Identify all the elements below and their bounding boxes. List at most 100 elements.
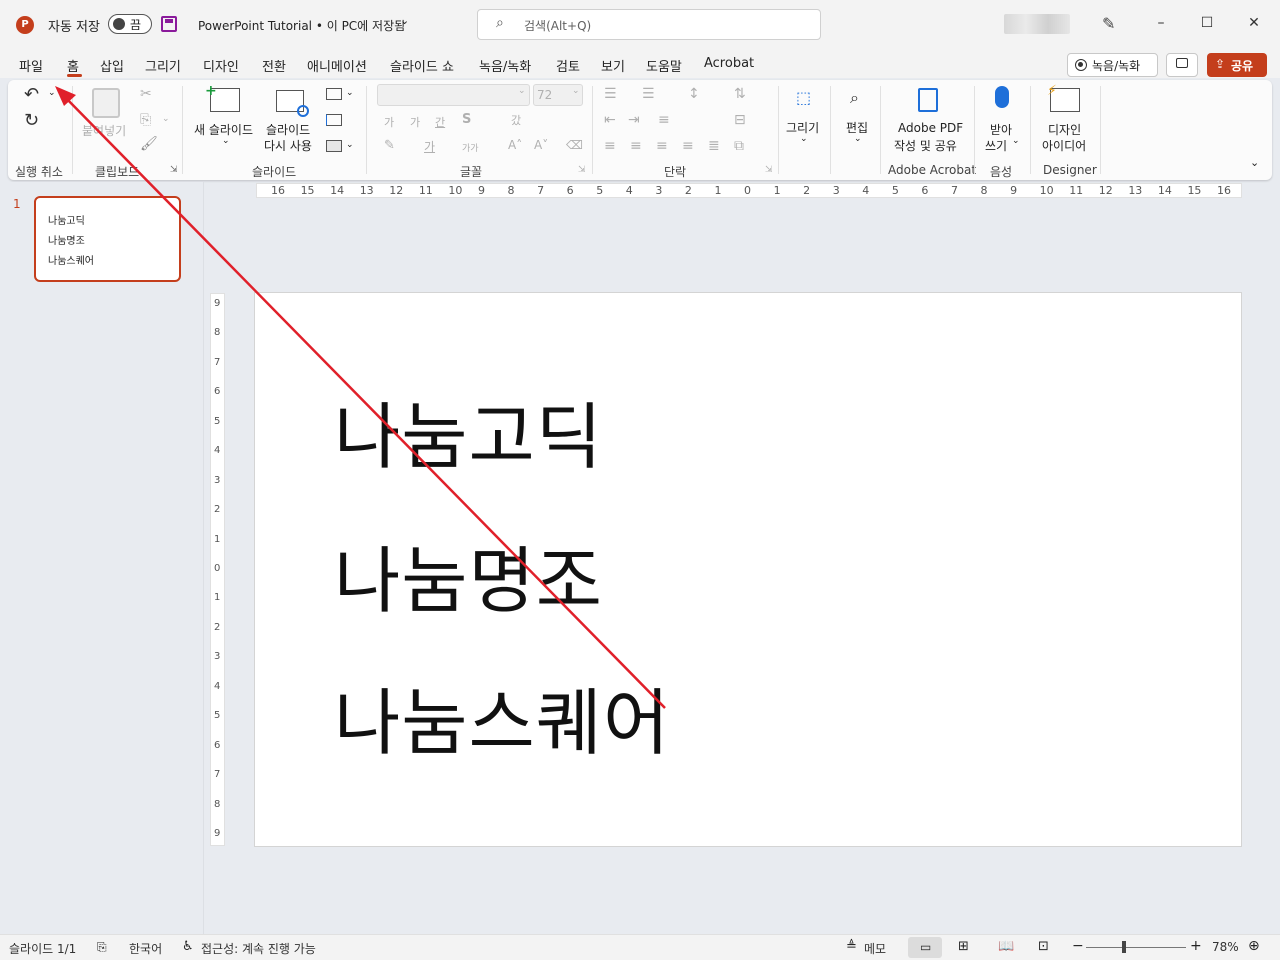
decrease-indent-icon[interactable]: ⇤ [604, 112, 616, 128]
find-icon[interactable]: ⌕ [850, 88, 859, 108]
zoom-in-icon[interactable]: + [1190, 938, 1202, 954]
smartart-icon[interactable]: ⧉ [734, 138, 744, 154]
zoom-out-icon[interactable]: − [1072, 938, 1084, 954]
align-center-icon[interactable]: ≡ [630, 138, 642, 154]
tab-acrobat[interactable]: Acrobat [704, 56, 754, 71]
align-right-icon[interactable]: ≡ [656, 138, 668, 154]
edit-dropdown-icon[interactable]: ⌄ [854, 134, 862, 144]
tab-review[interactable]: 검토 [556, 56, 580, 75]
document-title[interactable]: PowerPoint Tutorial • 이 PC에 저장됨 [198, 17, 405, 34]
paragraph-dialog-launcher-icon[interactable]: ⇲ [765, 165, 773, 175]
close-button[interactable]: ✕ [1243, 12, 1265, 34]
paste-label[interactable]: 붙여넣기 [82, 122, 126, 139]
text-direction-icon[interactable]: ⇅ [734, 86, 746, 102]
slide-count[interactable]: 슬라이드 1/1 [9, 940, 76, 957]
copy-icon[interactable]: ⎘ [140, 112, 151, 128]
tab-slideshow[interactable]: 슬라이드 쇼 [390, 56, 454, 75]
designer-label-2[interactable]: 아이디어 [1042, 137, 1086, 154]
notes-icon[interactable]: ≜ [846, 939, 857, 954]
undo-icon[interactable]: ↶ [24, 84, 39, 105]
ribbon-collapse-icon[interactable]: ⌄ [1250, 156, 1259, 169]
cut-icon[interactable]: ✂ [140, 86, 152, 102]
copy-dropdown-icon[interactable]: ⌄ [162, 114, 170, 124]
accessibility-status[interactable]: 접근성: 계속 진행 가능 [201, 940, 316, 957]
clear-formatting-icon[interactable]: ⌫ [566, 138, 583, 152]
format-painter-icon[interactable]: 🖌 [140, 136, 158, 152]
font-color-icon[interactable]: 가 [424, 138, 435, 155]
fit-to-window-icon[interactable]: ⊕ [1248, 938, 1260, 954]
distributed-icon[interactable]: ≣ [708, 138, 720, 154]
tab-home[interactable]: 홈 [67, 56, 79, 75]
designer-icon[interactable]: ⚡ [1047, 83, 1080, 112]
pen-icon[interactable]: ✎ [1102, 14, 1115, 33]
increase-indent-icon[interactable]: ⇥ [628, 112, 640, 128]
reset-slide-icon[interactable] [326, 114, 342, 126]
tab-help[interactable]: 도움말 [646, 56, 682, 75]
shapes-icon[interactable]: ⬚ [796, 88, 811, 107]
designer-label-1[interactable]: 디자인 [1048, 121, 1081, 138]
align-text-icon[interactable]: ⊟ [734, 112, 746, 128]
minimize-button[interactable]: – [1150, 12, 1172, 34]
language[interactable]: 한국어 [129, 940, 162, 957]
increase-font-icon[interactable]: A˄ [508, 138, 522, 152]
dictate-label-2[interactable]: 쓰기 [985, 137, 1007, 154]
tab-file[interactable]: 파일 [19, 56, 43, 75]
columns-icon[interactable]: ≡ [658, 112, 670, 128]
layout-icon[interactable] [326, 88, 342, 100]
bullets-icon[interactable]: ☰ [604, 86, 617, 102]
tab-record[interactable]: 녹음/녹화 [479, 56, 531, 75]
tab-transitions[interactable]: 전환 [262, 56, 286, 75]
reuse-slide-label-2[interactable]: 다시 사용 [264, 137, 312, 154]
slideshow-icon[interactable]: ⊡ [1038, 939, 1049, 954]
tab-design[interactable]: 디자인 [203, 56, 239, 75]
tab-animations[interactable]: 애니메이션 [307, 56, 367, 75]
char-spacing-icon[interactable]: 갔 [511, 112, 521, 128]
reuse-slide-label-1[interactable]: 슬라이드 [266, 121, 310, 138]
reading-view-icon[interactable]: 📖 [998, 939, 1014, 954]
tab-view[interactable]: 보기 [601, 56, 625, 75]
line-spacing-icon[interactable]: ↕ [688, 86, 700, 102]
accessibility-icon[interactable]: ♿ [182, 939, 194, 954]
reuse-slide-icon[interactable] [276, 90, 309, 117]
decrease-font-icon[interactable]: A˅ [534, 138, 548, 152]
slide-text-line-2[interactable]: 나눔명조 [334, 522, 603, 627]
undo-dropdown-icon[interactable]: ⌄ [48, 88, 56, 98]
adobe-pdf-label-2[interactable]: 작성 및 공유 [894, 137, 957, 154]
maximize-button[interactable]: ☐ [1196, 12, 1218, 34]
tab-insert[interactable]: 삽입 [100, 56, 124, 75]
underline-icon[interactable]: 간 [435, 114, 445, 130]
dialog-launcher-icon[interactable]: ⇲ [170, 165, 178, 175]
chevron-down-icon[interactable]: ⌄ [400, 14, 409, 27]
spellcheck-icon[interactable]: ⎘ [97, 940, 107, 955]
new-slide-icon[interactable]: + [205, 83, 240, 112]
redo-icon[interactable]: ↻ [24, 110, 39, 131]
slide-sorter-icon[interactable]: ⊞ [958, 939, 969, 954]
strikethrough-icon[interactable]: S [462, 112, 471, 127]
change-case-icon[interactable]: 가가 [462, 141, 479, 154]
font-dialog-launcher-icon[interactable]: ⇲ [578, 165, 586, 175]
zoom-level[interactable]: 78% [1212, 940, 1239, 954]
paste-icon[interactable] [92, 88, 120, 118]
font-grow-icon[interactable]: 가 [384, 114, 394, 130]
section-dropdown-icon[interactable]: ⌄ [346, 140, 354, 150]
layout-dropdown-icon[interactable]: ⌄ [346, 88, 354, 98]
section-icon[interactable] [326, 140, 342, 152]
user-avatar[interactable] [1004, 14, 1070, 34]
draw-dropdown-icon[interactable]: ⌄ [800, 134, 808, 144]
align-left-icon[interactable]: ≡ [604, 138, 616, 154]
justify-icon[interactable]: ≡ [682, 138, 694, 154]
adobe-pdf-icon[interactable] [918, 88, 938, 112]
highlight-icon[interactable]: ✎ [384, 138, 395, 153]
font-family-dropdown[interactable] [377, 84, 530, 106]
dictate-label-1[interactable]: 받아 [990, 121, 1012, 138]
dictate-dropdown-icon[interactable]: ⌄ [1012, 136, 1020, 146]
font-shrink-icon[interactable]: 가 [410, 114, 420, 130]
slide-text-line-3[interactable]: 나눔스퀘어 [334, 664, 670, 769]
save-icon[interactable] [161, 16, 177, 32]
zoom-slider-thumb[interactable] [1122, 941, 1126, 953]
zoom-slider-track[interactable] [1086, 947, 1186, 948]
adobe-pdf-label-1[interactable]: Adobe PDF [898, 121, 963, 135]
notes-label[interactable]: 메모 [864, 940, 886, 957]
tab-draw[interactable]: 그리기 [145, 56, 181, 75]
slide-text-line-1[interactable]: 나눔고딕 [334, 378, 603, 483]
